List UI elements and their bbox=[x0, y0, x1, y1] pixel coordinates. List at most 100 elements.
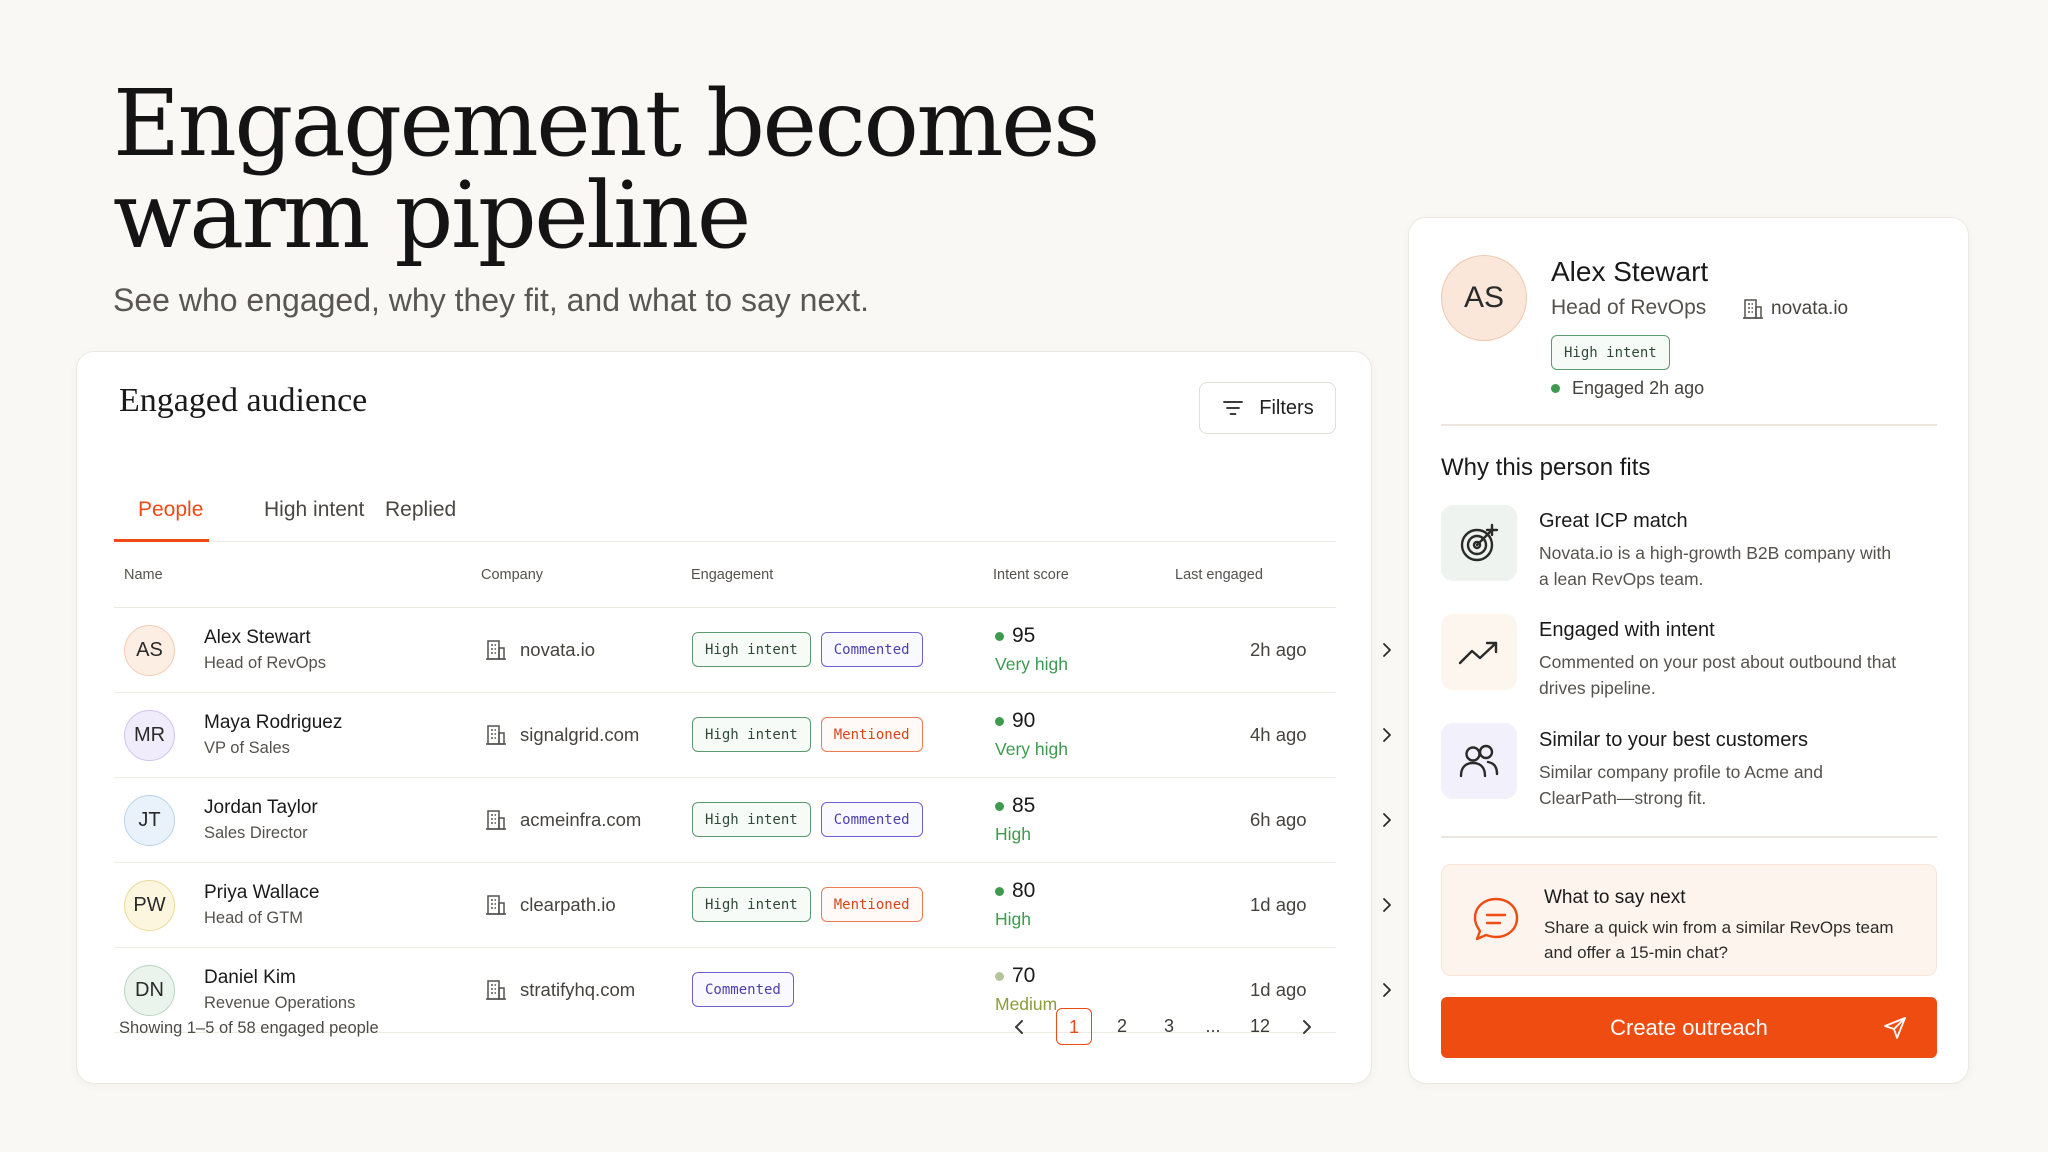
page-button-3[interactable]: 3 bbox=[1151, 1008, 1187, 1045]
pagination-summary: Showing 1–5 of 58 engaged people bbox=[119, 1019, 379, 1037]
engagement-tags: Commented bbox=[692, 972, 794, 1007]
company-name: acmeinfra.com bbox=[520, 809, 642, 830]
table-row[interactable]: MR Maya Rodriguez VP of Sales signalgrid… bbox=[114, 693, 1391, 778]
intent-score: 95 bbox=[995, 624, 1035, 648]
chevron-right-icon[interactable] bbox=[1378, 811, 1396, 829]
company-name: novata.io bbox=[520, 639, 596, 660]
last-engaged: 1d ago bbox=[1250, 979, 1307, 1000]
avatar: JT bbox=[124, 795, 175, 846]
fit-desc-icp: Novata.io is a high-growth B2B company w… bbox=[1539, 543, 1892, 589]
chevron-right-icon[interactable] bbox=[1378, 641, 1396, 659]
chevron-right-icon[interactable] bbox=[1378, 726, 1396, 744]
person-title: Head of GTM bbox=[204, 909, 304, 927]
person-name: Daniel Kim bbox=[204, 967, 296, 988]
engagement-badge: High intent bbox=[692, 802, 811, 837]
engagement-badge: Mentioned bbox=[820, 887, 923, 922]
fit-desc-similar: Similar company profile to Acme and Clea… bbox=[1539, 762, 1824, 808]
building-icon bbox=[486, 725, 506, 745]
avatar: AS bbox=[124, 625, 175, 676]
fit-title-similar: Similar to your best customers bbox=[1539, 729, 1808, 751]
column-header-name: Name bbox=[124, 567, 163, 583]
fit-desc-engaged: Commented on your post about outbound th… bbox=[1539, 652, 1897, 698]
hero-title-line2: warm pipeline bbox=[113, 162, 751, 269]
page-button-2[interactable]: 2 bbox=[1104, 1008, 1140, 1045]
person-name: Priya Wallace bbox=[204, 882, 320, 903]
engagement-badge: High intent bbox=[692, 717, 811, 752]
create-outreach-label: Create outreach bbox=[1610, 1014, 1768, 1040]
person-name: Maya Rodriguez bbox=[204, 712, 343, 733]
table-row[interactable]: AS Alex Stewart Head of RevOps novata.io… bbox=[114, 608, 1391, 693]
engagement-tags: High intent Commented bbox=[692, 802, 923, 837]
filter-icon bbox=[1223, 401, 1244, 415]
table-row[interactable]: PW Priya Wallace Head of GTM clearpath.i… bbox=[114, 863, 1391, 948]
send-icon bbox=[1884, 1017, 1906, 1039]
page-button-1[interactable]: 1 bbox=[1056, 1008, 1092, 1045]
intent-score-value: 90 bbox=[1012, 709, 1036, 732]
status-dot-icon bbox=[1551, 384, 1560, 393]
engagement-tags: High intent Mentioned bbox=[692, 887, 923, 922]
suggestion-title: What to say next bbox=[1544, 887, 1686, 908]
intent-score-label: Very high bbox=[995, 654, 1068, 674]
profile-engaged-status: Engaged 2h ago bbox=[1551, 378, 1704, 399]
column-header-engagement: Engagement bbox=[691, 567, 774, 583]
avatar: MR bbox=[124, 710, 175, 761]
table-row[interactable]: JT Jordan Taylor Sales Director acmeinfr… bbox=[114, 778, 1391, 863]
suggestion-box: What to say next Share a quick win from … bbox=[1441, 864, 1937, 976]
chevron-right-icon[interactable] bbox=[1378, 896, 1396, 914]
divider bbox=[1441, 836, 1937, 838]
why-fits-title: Why this person fits bbox=[1441, 454, 1651, 481]
filters-label: Filters bbox=[1259, 396, 1314, 419]
trend-up-icon bbox=[1441, 614, 1517, 690]
intent-score: 85 bbox=[995, 794, 1035, 818]
company-name: signalgrid.com bbox=[520, 724, 640, 745]
building-icon bbox=[486, 980, 506, 1000]
page-button-12[interactable]: 12 bbox=[1242, 1008, 1278, 1045]
hero-subtitle: See who engaged, why they fit, and what … bbox=[113, 282, 870, 318]
engagement-badge: Mentioned bbox=[820, 717, 923, 752]
last-engaged: 6h ago bbox=[1250, 809, 1307, 830]
profile-role: Head of RevOps bbox=[1551, 296, 1707, 319]
engagement-tags: High intent Commented bbox=[692, 632, 923, 667]
chevron-right-icon[interactable] bbox=[1378, 981, 1396, 999]
prev-page-icon[interactable] bbox=[1009, 1017, 1029, 1037]
target-icon bbox=[1441, 505, 1517, 581]
tab-replied[interactable]: Replied bbox=[371, 498, 470, 522]
engagement-badge: Commented bbox=[820, 802, 923, 837]
intent-score: 80 bbox=[995, 879, 1035, 903]
building-icon bbox=[486, 640, 506, 660]
company-name: clearpath.io bbox=[520, 894, 616, 915]
intent-score-label: High bbox=[995, 824, 1031, 844]
intent-score-label: Very high bbox=[995, 739, 1068, 759]
profile-intent-badge: High intent bbox=[1551, 335, 1670, 370]
divider bbox=[1441, 424, 1937, 426]
table-header: Name Company Engagement Intent score Las… bbox=[114, 542, 1336, 608]
tab-people[interactable]: People bbox=[124, 498, 217, 522]
page-ellipsis: ... bbox=[1205, 1016, 1221, 1036]
intent-score-value: 95 bbox=[1012, 624, 1036, 647]
person-name: Alex Stewart bbox=[204, 627, 311, 648]
avatar: PW bbox=[124, 880, 175, 931]
person-title: Sales Director bbox=[204, 824, 308, 842]
engagement-badge: High intent bbox=[692, 887, 811, 922]
tab-high-intent[interactable]: High intent bbox=[250, 498, 378, 522]
next-page-icon[interactable] bbox=[1297, 1017, 1317, 1037]
person-title: VP of Sales bbox=[204, 739, 290, 757]
card-title: Engaged audience bbox=[119, 382, 368, 419]
score-dot-icon bbox=[995, 971, 1004, 981]
fit-title-engaged: Engaged with intent bbox=[1539, 619, 1715, 641]
score-dot-icon bbox=[995, 631, 1004, 641]
engagement-badge: High intent bbox=[692, 632, 811, 667]
engagement-badge: Commented bbox=[820, 632, 923, 667]
person-title: Head of RevOps bbox=[204, 654, 326, 672]
engagement-badge: Commented bbox=[692, 972, 794, 1007]
hero-title: Engagement becomes warm pipeline bbox=[113, 78, 1113, 262]
engaged-audience-card: Engaged audience Filters People High int… bbox=[76, 351, 1391, 1084]
building-icon bbox=[486, 810, 506, 830]
person-title: Revenue Operations bbox=[204, 994, 356, 1012]
intent-score: 90 bbox=[995, 709, 1035, 733]
intent-score-label: Medium bbox=[995, 994, 1058, 1014]
tab-bar: People High intent Replied bbox=[114, 424, 1336, 542]
intent-score-label: High bbox=[995, 909, 1031, 929]
profile-name: Alex Stewart bbox=[1551, 256, 1709, 287]
create-outreach-button[interactable]: Create outreach bbox=[1441, 997, 1937, 1058]
